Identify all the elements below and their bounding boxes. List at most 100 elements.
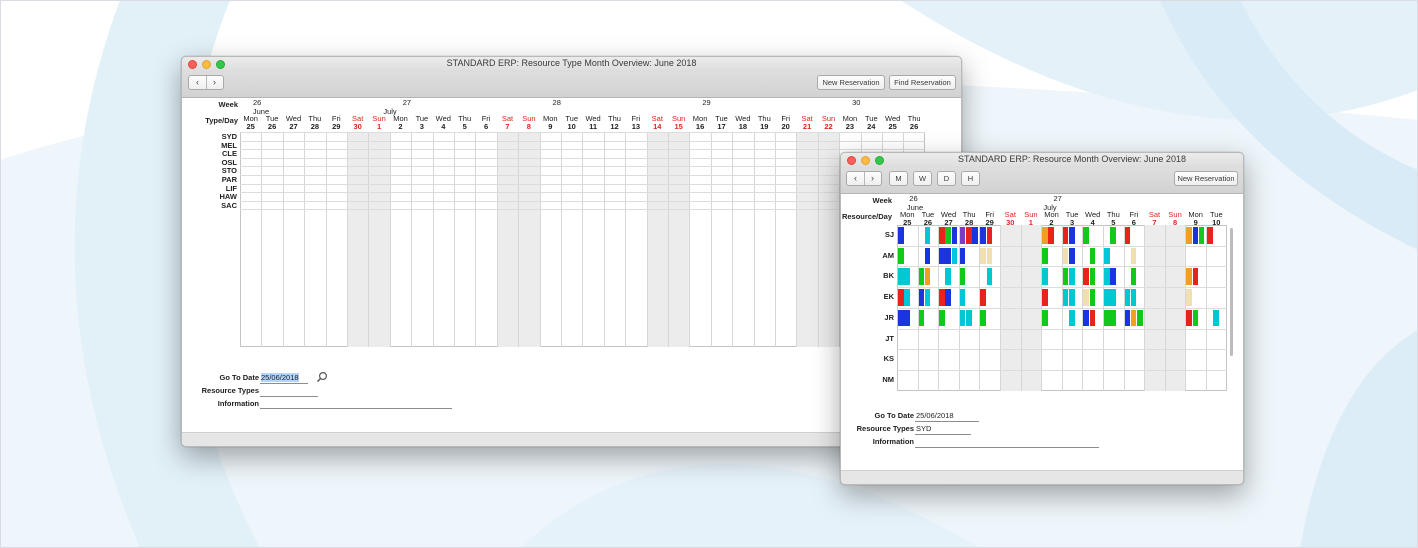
reservation-bar[interactable] xyxy=(972,227,978,244)
reservation-bar[interactable] xyxy=(1198,227,1205,244)
reservation-bar[interactable] xyxy=(1130,247,1137,265)
reservation-bar[interactable] xyxy=(1192,268,1199,286)
reservation-bar[interactable] xyxy=(1137,309,1143,327)
reservation-bar[interactable] xyxy=(1042,247,1048,265)
hour-view-button[interactable]: H xyxy=(961,171,980,186)
reservation-bar[interactable] xyxy=(980,309,987,327)
reservation-bar[interactable] xyxy=(1048,227,1055,244)
vertical-scrollbar[interactable] xyxy=(1230,228,1233,356)
reservation-bar[interactable] xyxy=(945,247,952,265)
find-reservation-button[interactable]: Find Reservation xyxy=(889,75,956,90)
resource-types-field[interactable]: SYD xyxy=(916,424,931,433)
reservation-bar[interactable] xyxy=(1110,289,1116,306)
reservation-bar[interactable] xyxy=(966,227,972,244)
reservation-bar[interactable] xyxy=(945,268,952,286)
day-view-button[interactable]: D xyxy=(937,171,956,186)
reservation-bar[interactable] xyxy=(980,289,987,306)
reservation-bar[interactable] xyxy=(1069,227,1075,244)
reservation-bar[interactable] xyxy=(1186,268,1193,286)
reservation-bar[interactable] xyxy=(1089,289,1096,306)
reservation-bar[interactable] xyxy=(959,309,966,327)
reservation-bar[interactable] xyxy=(1062,289,1069,306)
reservation-bar[interactable] xyxy=(918,268,925,286)
reservation-bar[interactable] xyxy=(898,309,904,327)
reservation-bar[interactable] xyxy=(986,247,993,265)
reservation-bar[interactable] xyxy=(1083,227,1090,244)
month-view-button[interactable]: M xyxy=(889,171,908,186)
reservation-bar[interactable] xyxy=(924,247,931,265)
chevron-left-icon[interactable]: ‹ xyxy=(189,76,206,89)
reservation-bar[interactable] xyxy=(1192,227,1199,244)
reservation-bar[interactable] xyxy=(898,268,904,286)
reservation-bar[interactable] xyxy=(959,289,966,306)
reservation-bar[interactable] xyxy=(1062,247,1069,265)
reservation-bar[interactable] xyxy=(1083,309,1090,327)
reservation-bar[interactable] xyxy=(1130,289,1137,306)
reservation-bar[interactable] xyxy=(959,227,966,244)
reservation-bar[interactable] xyxy=(1192,309,1199,327)
reservation-bar[interactable] xyxy=(898,227,904,244)
reservation-bar[interactable] xyxy=(1069,247,1075,265)
go-to-date-field[interactable]: 25/06/2018 xyxy=(261,373,299,382)
reservation-bar[interactable] xyxy=(1042,289,1048,306)
reservation-bar[interactable] xyxy=(1062,268,1069,286)
reservation-bar[interactable] xyxy=(1104,247,1110,265)
reservation-bar[interactable] xyxy=(1083,268,1090,286)
reservation-bar[interactable] xyxy=(1083,289,1090,306)
minimize-window-button[interactable] xyxy=(861,156,870,165)
reservation-bar[interactable] xyxy=(1042,268,1048,286)
reservation-bar[interactable] xyxy=(924,227,931,244)
reservation-bar[interactable] xyxy=(1186,309,1193,327)
reservation-bar[interactable] xyxy=(918,289,925,306)
reservation-bar[interactable] xyxy=(1042,227,1048,244)
reservation-bar[interactable] xyxy=(986,227,993,244)
chevron-right-icon[interactable]: › xyxy=(864,172,881,185)
reservation-bar[interactable] xyxy=(1124,309,1131,327)
reservation-bar[interactable] xyxy=(1069,309,1075,327)
reservation-bar[interactable] xyxy=(1104,268,1110,286)
title-bar[interactable]: STANDARD ERP: Resource Type Month Overvi… xyxy=(182,57,961,72)
reservation-bar[interactable] xyxy=(966,309,972,327)
reservation-bar[interactable] xyxy=(918,309,925,327)
reservation-bar[interactable] xyxy=(1089,247,1096,265)
reservation-bar[interactable] xyxy=(986,268,993,286)
reservation-bar[interactable] xyxy=(1089,268,1096,286)
reservation-bar[interactable] xyxy=(939,309,945,327)
reservation-bar[interactable] xyxy=(1110,309,1116,327)
reservation-bar[interactable] xyxy=(924,289,931,306)
title-bar[interactable]: STANDARD ERP: Resource Month Overview: J… xyxy=(841,153,1243,168)
reservation-bar[interactable] xyxy=(1213,309,1219,327)
reservation-bar[interactable] xyxy=(939,247,945,265)
reservation-bar[interactable] xyxy=(1130,309,1137,327)
reservation-bar[interactable] xyxy=(1089,309,1096,327)
zoom-window-button[interactable] xyxy=(875,156,884,165)
reservation-bar[interactable] xyxy=(951,227,958,244)
reservation-bar[interactable] xyxy=(1110,227,1116,244)
reservation-bar[interactable] xyxy=(1062,227,1069,244)
reservation-bar[interactable] xyxy=(898,247,904,265)
week-view-button[interactable]: W xyxy=(913,171,932,186)
reservation-bar[interactable] xyxy=(1104,289,1110,306)
new-reservation-button[interactable]: New Reservation xyxy=(817,75,885,90)
reservation-bar[interactable] xyxy=(1186,227,1193,244)
reservation-bar[interactable] xyxy=(898,289,904,306)
reservation-bar[interactable] xyxy=(1186,289,1193,306)
reservation-bar[interactable] xyxy=(945,227,952,244)
reservation-bar[interactable] xyxy=(1042,309,1048,327)
reservation-bar[interactable] xyxy=(924,268,931,286)
reservation-bar[interactable] xyxy=(1069,268,1075,286)
chevron-right-icon[interactable]: › xyxy=(206,76,223,89)
reservation-bar[interactable] xyxy=(1110,268,1116,286)
reservation-bar[interactable] xyxy=(939,289,945,306)
reservation-bar[interactable] xyxy=(904,289,910,306)
close-window-button[interactable] xyxy=(847,156,856,165)
reservation-bar[interactable] xyxy=(1207,227,1213,244)
reservation-bar[interactable] xyxy=(980,247,987,265)
reservation-bar[interactable] xyxy=(959,268,966,286)
reservation-bar[interactable] xyxy=(1069,289,1075,306)
reservation-bar[interactable] xyxy=(1130,268,1137,286)
magnifier-icon[interactable] xyxy=(316,371,328,383)
reservation-bar[interactable] xyxy=(939,227,945,244)
chevron-left-icon[interactable]: ‹ xyxy=(847,172,864,185)
reservation-bar[interactable] xyxy=(951,247,958,265)
